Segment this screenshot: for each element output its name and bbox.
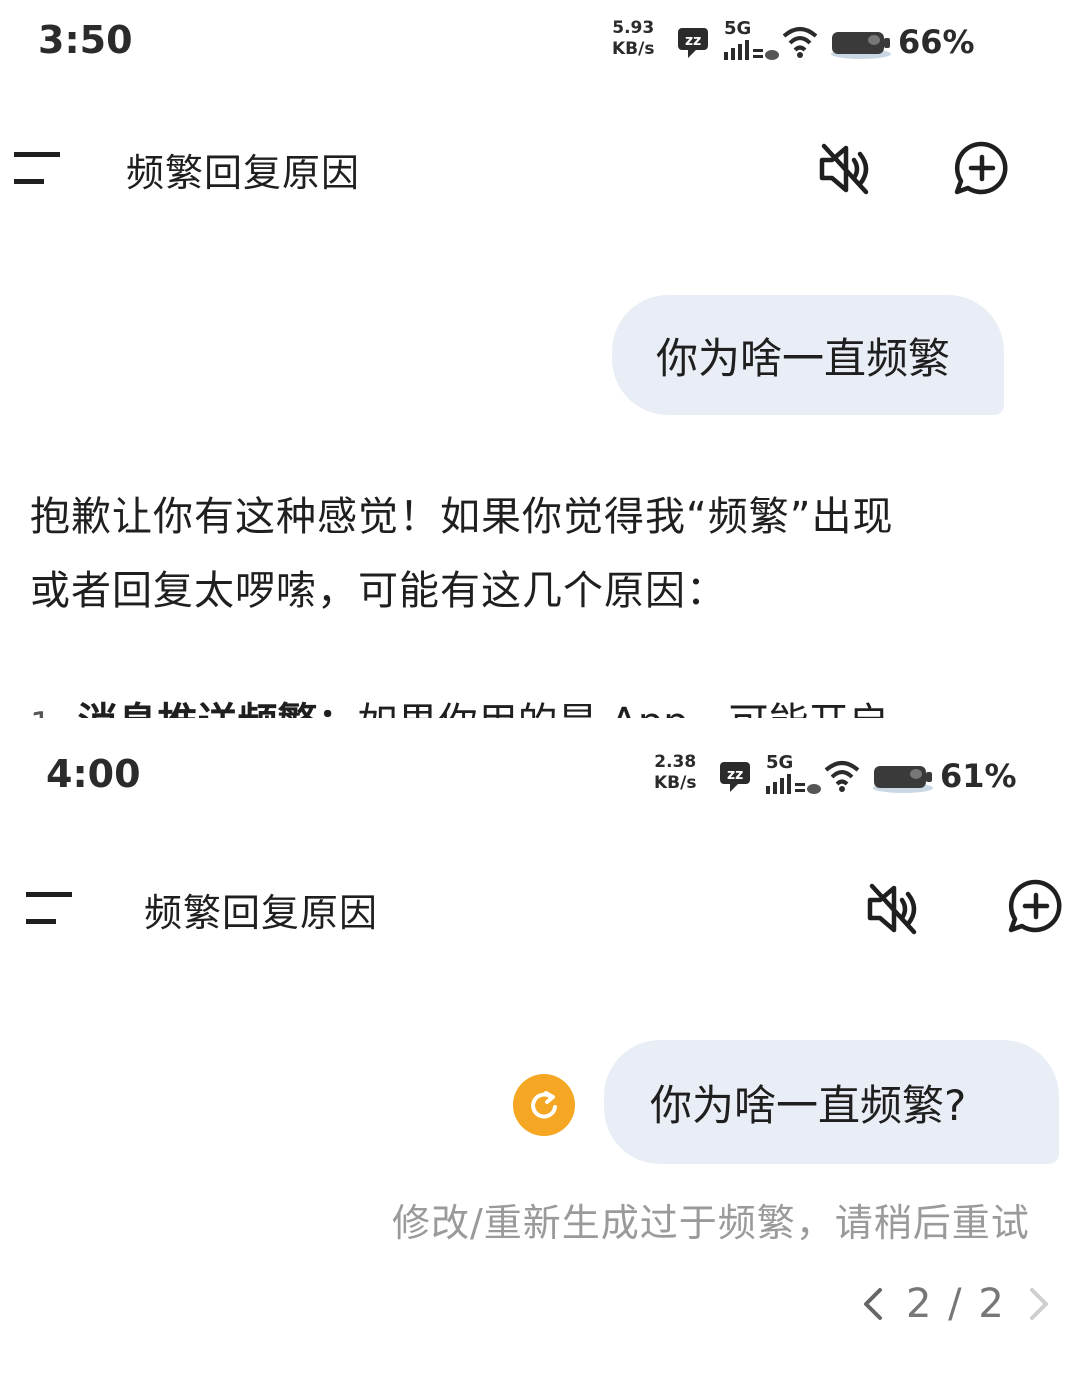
status-time: 4:00	[46, 752, 141, 796]
retry-icon	[531, 1091, 557, 1119]
sleep-icon: zz	[678, 28, 708, 58]
assistant-reply-line: 或者回复太啰嗦，可能有这几个原因：	[30, 568, 727, 614]
status-net-speed: 2.38 KB/s	[654, 752, 696, 794]
retry-button[interactable]	[513, 1074, 575, 1136]
battery-level: 66%	[898, 23, 975, 61]
battery-icon	[873, 766, 933, 793]
battery-level: 61%	[940, 757, 1017, 795]
status-icons: zz 5G 66%	[676, 18, 975, 66]
net-speed-unit: KB/s	[612, 39, 655, 59]
mute-icon[interactable]	[864, 880, 922, 938]
menu-icon[interactable]	[12, 150, 62, 186]
status-time: 3:50	[38, 18, 133, 62]
pager-label: 2 / 2	[906, 1281, 1006, 1327]
status-net-speed: 5.93 KB/s	[612, 18, 654, 60]
screenshot-top: 3:50 5.93 KB/s zz 5G 66% 频繁回复原因 你为啥一直频繁 …	[0, 0, 1080, 718]
new-chat-icon[interactable]	[952, 140, 1012, 198]
assistant-reply: 抱歉让你有这种感觉！如果你觉得我“频繁”出现 或者回复太啰嗦，可能有这几个原因：	[30, 480, 1040, 628]
user-message-text: 你为啥一直频繁	[656, 333, 951, 383]
wifi-icon	[824, 761, 860, 792]
net-speed-unit: KB/s	[654, 773, 697, 793]
user-message-bubble[interactable]: 你为啥一直频繁?	[604, 1040, 1059, 1164]
svg-text:zz: zz	[727, 767, 743, 783]
svg-text:zz: zz	[685, 33, 701, 49]
screenshot-bottom: 4:00 2.38 KB/s zz 5G 61% 频繁回复原因 你为啥一直频繁?…	[0, 718, 1080, 1400]
net-speed-value: 2.38	[654, 752, 697, 772]
list-item: 1 消息推送频繁：如果你用的是 App，可能开启	[30, 690, 889, 718]
list-item-number: 1	[30, 705, 52, 718]
response-pager: 2 / 2	[858, 1276, 1054, 1332]
network-type: 5G	[766, 752, 794, 773]
chevron-left-icon[interactable]	[858, 1284, 888, 1324]
wifi-icon	[782, 27, 818, 58]
error-message: 修改/重新生成过于频繁，请稍后重试	[392, 1201, 1030, 1245]
status-icons: zz 5G 61%	[718, 752, 1017, 800]
net-speed-value: 5.93	[612, 18, 655, 38]
signal-icon: 5G	[764, 752, 822, 798]
new-chat-icon[interactable]	[1006, 878, 1066, 936]
battery-icon	[831, 32, 891, 59]
user-message-bubble[interactable]: 你为啥一直频繁	[612, 295, 1004, 415]
signal-icon: 5G	[722, 18, 780, 64]
chat-title: 频繁回复原因	[126, 151, 361, 195]
menu-icon[interactable]	[24, 890, 74, 926]
assistant-reply-line: 抱歉让你有这种感觉！如果你觉得我“频繁”出现	[30, 494, 894, 540]
sleep-icon: zz	[720, 762, 750, 792]
list-item-text: 如果你用的是 App，可能开启	[358, 700, 889, 718]
user-message-text: 你为啥一直频繁?	[650, 1080, 967, 1130]
network-type: 5G	[724, 18, 752, 39]
chevron-right-icon[interactable]	[1024, 1284, 1054, 1324]
mute-icon[interactable]	[816, 140, 874, 198]
list-item-bold: 消息推送频繁：	[78, 700, 358, 718]
chat-title: 频繁回复原因	[144, 891, 379, 935]
